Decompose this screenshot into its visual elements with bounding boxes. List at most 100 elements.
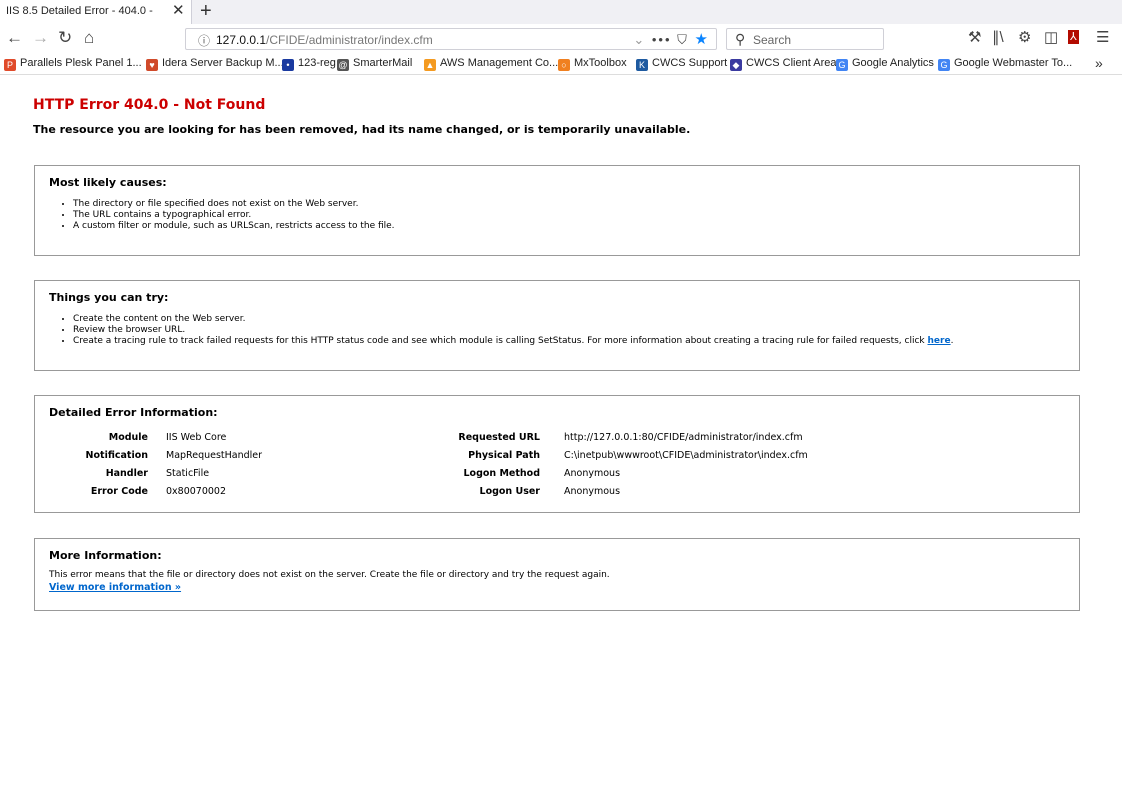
plesk-icon: P [4,59,16,71]
detail-label: Handler [105,468,148,479]
list-item: Create the content on the Web server. [73,314,953,325]
url-host: 127.0.0.1 [216,33,267,47]
site-info-icon[interactable]: ⓘ [198,32,210,49]
here-link[interactable]: here [928,336,951,346]
reload-icon[interactable]: ↻ [58,26,72,50]
try-list: Create the content on the Web server. Re… [73,314,953,347]
error-subtitle: The resource you are looking for has bee… [33,123,691,136]
cwcs-support-icon: K [636,59,648,71]
detail-label: Error Code [90,486,148,497]
error-title: HTTP Error 404.0 - Not Found [33,97,266,113]
link-suffix: . [950,336,954,346]
search-input[interactable]: ⚲ Search [726,28,884,50]
tab-bar: IIS 8.5 Detailed Error - 404.0 - Not Fo … [0,0,1122,24]
list-item: Create a tracing rule to track failed re… [73,336,953,347]
close-icon[interactable]: ✕ [172,2,185,20]
url-path: /CFIDE/administrator/index.cfm [266,33,433,47]
detail-value: StaticFile [166,468,210,479]
more-info-box: More Information: This error means that … [34,538,1080,611]
bookmark-item[interactable]: G Google Webmaster To... [938,57,1072,71]
search-icon: ⚲ [735,31,746,47]
home-icon[interactable]: ⌂ [84,26,94,50]
bookmark-item[interactable]: @ SmarterMail [337,57,412,71]
url-actions: ⌄ ••• ⛉ ★ [633,30,710,48]
menu-icon[interactable]: ☰ [1096,29,1109,47]
forward-arrow-icon[interactable]: → [32,26,49,50]
bookmark-label: Google Webmaster To... [954,57,1073,69]
bookmark-item[interactable]: ♥ Idera Server Backup M... [146,57,284,71]
detail-value: Anonymous [564,486,621,497]
bookmark-item[interactable]: ▲ AWS Management Co... [424,57,558,71]
bookmarks-bar: P Parallels Plesk Panel 1... ♥ Idera Serve… [0,54,1122,75]
list-item: A custom filter or module, such as URLSc… [73,221,395,232]
tab-active[interactable]: IIS 8.5 Detailed Error - 404.0 - Not Fo … [0,0,192,24]
bookmark-item[interactable]: • 123-reg [282,57,336,71]
bookmark-label: SmarterMail [353,57,413,69]
url-bar[interactable]: ⓘ 127.0.0.1/CFIDE/administrator/index.cf… [185,28,717,50]
bookmark-label: AWS Management Co... [440,57,559,69]
cwcs-client-icon: ◆ [730,59,742,71]
bookmark-item[interactable]: K CWCS Support [636,57,727,71]
bookmark-label: MxToolbox [574,57,627,69]
tab-title: IIS 8.5 Detailed Error - 404.0 - Not Fo [6,5,156,17]
123-reg-icon: • [282,59,294,71]
causes-box: Most likely causes: The directory or fil… [34,165,1080,256]
page-actions-icon[interactable]: ••• [652,32,672,47]
bookmark-label: Google Analytics [852,57,934,69]
bookmark-label: CWCS Client Area [746,57,837,69]
detail-label: Logon User [479,486,540,497]
bookmark-label: 123-reg [298,57,336,69]
pdf-icon[interactable]: ⅄ [1068,30,1079,44]
detail-heading: Detailed Error Information: [49,406,218,419]
detail-label: Requested URL [458,432,540,443]
navigation-bar: ← → ↻ ⌂ ⓘ 127.0.0.1/CFIDE/administrator/… [0,24,1122,54]
bookmark-item[interactable]: G Google Analytics [836,57,934,71]
back-arrow-icon[interactable]: ← [6,26,23,50]
new-tab-button[interactable]: + [200,1,212,21]
causes-heading: Most likely causes: [49,176,167,189]
smartermail-icon: @ [337,59,349,71]
bookmark-label: Idera Server Backup M... [162,57,284,69]
list-item: The URL contains a typographical error. [73,210,395,221]
detail-label: Module [108,432,148,443]
idera-icon: ♥ [146,59,158,71]
view-more-link[interactable]: View more information » [49,582,181,593]
addon-icon[interactable]: ⚙ [1018,29,1031,47]
detail-label: Logon Method [463,468,540,479]
wrench-icon[interactable]: ⚒ [968,29,981,47]
bookmark-star-icon[interactable]: ★ [695,31,710,48]
detail-value: http://127.0.0.1:80/CFIDE/administrator/… [564,432,803,443]
bookmark-label: Parallels Plesk Panel 1... [20,57,142,69]
detail-value: 0x80070002 [166,486,227,497]
more-heading: More Information: [49,549,162,562]
mxtoolbox-icon: ○ [558,59,570,71]
bookmark-label: CWCS Support [652,57,728,69]
list-item: Review the browser URL. [73,325,953,336]
url-text[interactable]: 127.0.0.1/CFIDE/administrator/index.cfm [216,33,433,47]
detail-box: Detailed Error Information: Module IIS W… [34,395,1080,513]
bookmark-item[interactable]: ◆ CWCS Client Area [730,57,836,71]
list-item: The directory or file specified does not… [73,199,395,210]
bookmark-item[interactable]: P Parallels Plesk Panel 1... [4,57,142,71]
url-dropdown-icon[interactable]: ⌄ [633,32,646,47]
more-info-text: This error means that the file or direct… [49,570,610,580]
try-box: Things you can try: Create the content o… [34,280,1080,371]
detail-value: C:\inetpub\wwwroot\CFIDE\administrator\i… [564,450,808,461]
detail-label: Notification [85,450,148,461]
search-placeholder: Search [753,33,792,47]
detail-label: Physical Path [468,450,540,461]
detail-value: Anonymous [564,468,621,479]
tracing-text: Create a tracing rule to track failed re… [73,336,925,346]
bookmark-item[interactable]: ○ MxToolbox [558,57,627,71]
causes-list: The directory or file specified does not… [73,199,395,232]
sidebar-icon[interactable]: ◫ [1044,29,1058,47]
bookmarks-overflow-icon[interactable]: » [1095,55,1103,71]
detail-value: MapRequestHandler [166,450,263,461]
library-icon[interactable]: ∥\ [992,29,1004,47]
try-heading: Things you can try: [49,291,169,304]
google-webmaster-icon: G [938,59,950,71]
aws-icon: ▲ [424,59,436,71]
detail-value: IIS Web Core [166,432,227,443]
pocket-icon[interactable]: ⛉ [677,32,689,47]
google-analytics-icon: G [836,59,848,71]
